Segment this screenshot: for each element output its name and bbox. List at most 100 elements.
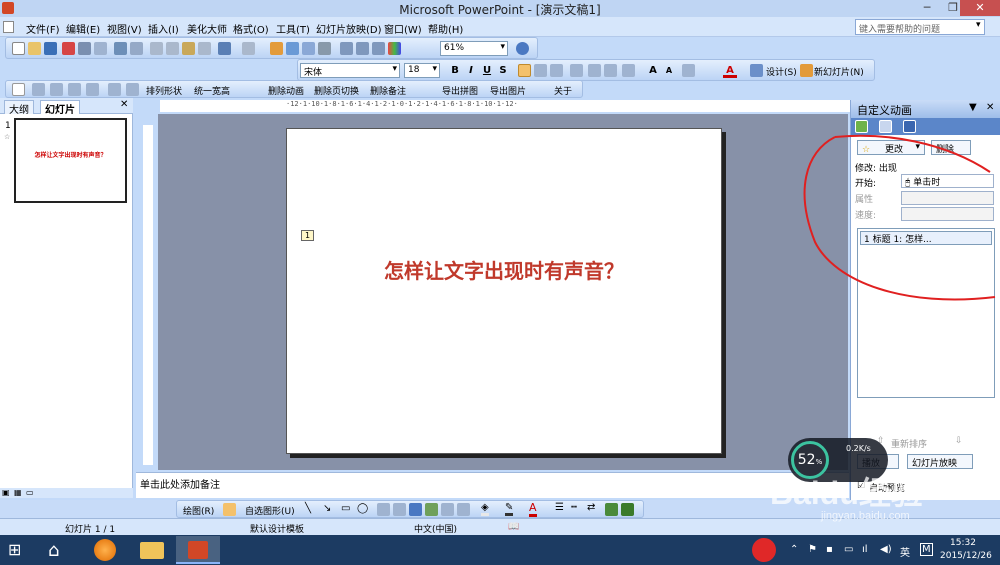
print-icon[interactable] (78, 42, 91, 55)
research-icon[interactable] (130, 42, 143, 55)
about-button[interactable]: 关于 (554, 84, 572, 97)
rectangle-icon[interactable]: ▭ (341, 503, 350, 514)
animation-order-tag[interactable]: 1 (301, 230, 314, 241)
notes-pane[interactable]: 单击此处添加备注 (136, 472, 849, 498)
home-taskbar-icon[interactable]: ⌂ (48, 540, 59, 561)
menu-file[interactable]: 文件(F) (26, 21, 60, 36)
slide-title[interactable]: 怎样让文字出现时有声音？ (287, 255, 721, 284)
shrink-font-button[interactable]: A (662, 64, 676, 78)
distributed-icon[interactable] (570, 64, 583, 77)
menu-edit[interactable]: 编辑(E) (66, 21, 100, 36)
close-button[interactable]: ✕ (960, 0, 1000, 16)
help-icon[interactable] (516, 42, 529, 55)
italic-button[interactable]: I (464, 64, 478, 78)
clock-time[interactable]: 15:32 (950, 538, 976, 548)
powerpoint-taskbar-icon[interactable] (176, 536, 220, 564)
unify-size-button[interactable]: 统一宽高 (194, 84, 230, 97)
slide[interactable]: 怎样让文字出现时有声音？ (286, 128, 722, 454)
expand-all-icon[interactable] (340, 42, 353, 55)
align-center-icon[interactable] (534, 64, 547, 77)
grow-font-button[interactable]: A (646, 64, 660, 78)
autopreview-checkbox[interactable]: ☑ (857, 481, 865, 491)
ime-indicator[interactable]: 英 (900, 544, 910, 559)
task-pane-close-icon[interactable]: ✕ (986, 102, 994, 113)
menu-slideshow[interactable]: 幻灯片放映(D) (316, 21, 382, 36)
remove-effect-button[interactable]: 删除 (931, 140, 971, 155)
wordart-icon[interactable] (409, 503, 422, 516)
minimize-button[interactable]: ─ (914, 0, 940, 16)
dash-style-icon[interactable]: ┅ (571, 502, 577, 513)
export-image-button[interactable]: 导出图片 (490, 84, 526, 97)
save-icon[interactable] (44, 42, 57, 55)
addin-icon-7[interactable] (126, 83, 139, 96)
3d-style-icon[interactable] (621, 503, 634, 516)
spelling-icon[interactable] (114, 42, 127, 55)
change-effect-button[interactable]: ☆ 更改 ▾ (857, 140, 925, 155)
slide-thumbnail[interactable]: 怎样让文字出现时有声音？ (14, 118, 127, 203)
normal-view-icon[interactable]: ▣ (2, 488, 10, 497)
tab-slides[interactable]: 幻灯片 (40, 100, 80, 116)
addin-icon-5[interactable] (86, 83, 99, 96)
permission-icon[interactable] (62, 42, 75, 55)
insert-image-icon[interactable] (302, 42, 315, 55)
decrease-indent-icon[interactable] (622, 64, 635, 77)
arrange-shapes-button[interactable]: 排列形状 (146, 84, 182, 97)
move-down-icon[interactable]: ⇩ (955, 436, 963, 446)
ime-mode-indicator[interactable]: M (920, 543, 933, 556)
redo-icon[interactable] (242, 42, 255, 55)
slideshow-button[interactable]: 幻灯片放映 (907, 454, 973, 469)
increase-indent-icon[interactable] (682, 64, 695, 77)
paste-icon[interactable] (182, 42, 195, 55)
line-color-icon[interactable]: ✎ (505, 502, 514, 516)
addin-icon-2[interactable] (32, 83, 45, 96)
arrow-icon[interactable]: ↘ (323, 503, 331, 514)
delete-animation-button[interactable]: 删除动画 (268, 84, 304, 97)
new-slide-icon[interactable] (800, 64, 813, 77)
fill-color-icon[interactable]: ◈ (481, 502, 489, 516)
numbering-icon[interactable] (588, 64, 601, 77)
signal-tray-icon[interactable]: ıl (862, 544, 868, 555)
menu-window[interactable]: 窗口(W) (384, 21, 422, 36)
menu-beautify[interactable]: 美化大师 (187, 21, 227, 36)
delete-transition-button[interactable]: 删除页切换 (314, 84, 359, 97)
undo-icon[interactable] (218, 42, 231, 55)
select-pointer-icon[interactable] (223, 503, 236, 516)
line-icon[interactable]: ╲ (305, 503, 311, 514)
help-dropdown-icon[interactable]: ▾ (976, 20, 981, 30)
new-slide-button[interactable]: 新幻灯片(N) (814, 65, 864, 78)
home-icon[interactable] (903, 120, 916, 133)
diagram-icon[interactable] (425, 503, 438, 516)
menu-help[interactable]: 帮助(H) (428, 21, 463, 36)
draw-font-color-icon[interactable]: A (529, 501, 537, 517)
new-icon[interactable] (12, 42, 25, 55)
menu-insert[interactable]: 插入(I) (148, 21, 179, 36)
arrow-style-icon[interactable]: ⇄ (587, 502, 595, 513)
align-right-icon[interactable] (550, 64, 563, 77)
menu-view[interactable]: 视图(V) (107, 21, 142, 36)
oval-icon[interactable]: ◯ (357, 503, 368, 514)
open-icon[interactable] (28, 42, 41, 55)
flag-tray-icon[interactable]: ⚑ (808, 544, 817, 555)
volume-tray-icon[interactable]: ◀) (880, 544, 892, 555)
insert-table-icon[interactable] (286, 42, 299, 55)
copy-icon[interactable] (166, 42, 179, 55)
help-search-input[interactable]: 键入需要帮助的问题 (855, 19, 985, 35)
display-tray-icon[interactable]: ▭ (844, 544, 853, 555)
addin-icon-6[interactable] (108, 83, 121, 96)
design-button[interactable]: 设计(S) (766, 65, 797, 78)
font-size-select[interactable]: 18 (404, 63, 440, 78)
shadow-button[interactable]: S (496, 64, 510, 78)
autoshapes-button[interactable]: 自选图形(U) (245, 504, 295, 517)
task-pane-menu-icon[interactable]: ▼ (969, 102, 977, 113)
slideshow-view-icon[interactable]: ▭ (26, 488, 34, 497)
hyperlink-icon[interactable] (318, 42, 331, 55)
addin-icon-1[interactable] (12, 83, 25, 96)
addin-icon-3[interactable] (50, 83, 63, 96)
format-painter-icon[interactable] (198, 42, 211, 55)
grid-icon[interactable] (372, 42, 385, 55)
explorer-taskbar-icon[interactable] (130, 536, 174, 564)
bold-button[interactable]: B (448, 64, 462, 78)
bullets-icon[interactable] (604, 64, 617, 77)
clipart-icon[interactable] (441, 503, 454, 516)
windows-start-icon[interactable]: ⊞ (8, 541, 26, 559)
